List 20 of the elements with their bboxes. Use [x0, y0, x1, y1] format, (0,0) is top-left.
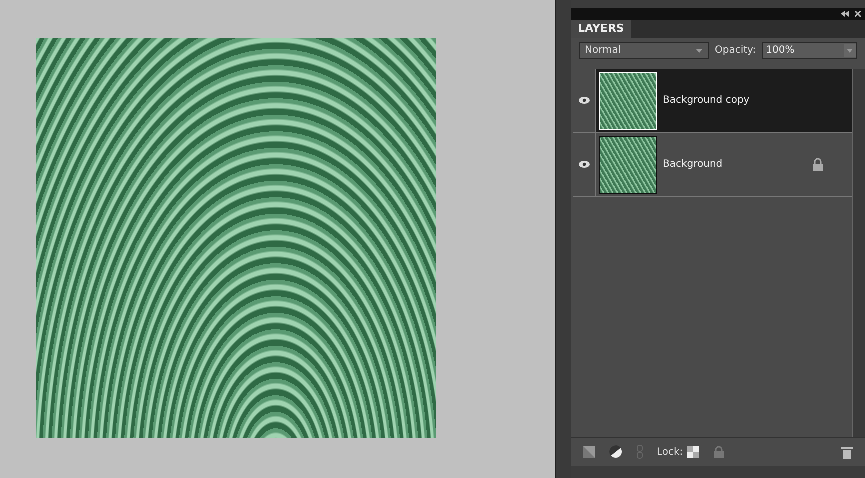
layer-thumbnail	[599, 136, 657, 194]
layers-tab[interactable]: LAYERS	[571, 20, 632, 38]
close-icon[interactable]	[855, 11, 861, 17]
adjustment-icon[interactable]	[609, 445, 623, 459]
eye-icon[interactable]	[578, 161, 590, 168]
layer-row[interactable]: Background copy	[573, 69, 852, 133]
caret-icon[interactable]	[696, 48, 703, 52]
scrollbar[interactable]	[852, 69, 865, 437]
trash-icon[interactable]	[841, 446, 853, 458]
layer-thumbnail	[599, 72, 657, 130]
layer-name: Background copy	[663, 95, 751, 106]
collapse-icon[interactable]	[841, 11, 849, 17]
lock-label: Lock:	[657, 446, 684, 458]
layer-row[interactable]: Background	[573, 133, 852, 197]
opacity-label: Opacity:	[715, 45, 756, 56]
eye-icon[interactable]	[578, 97, 590, 104]
lock-transparency-icon[interactable]	[687, 446, 700, 458]
layer-name: Background	[663, 159, 724, 170]
blend-mode-dropdown[interactable]: Normal	[579, 42, 709, 59]
opacity-field[interactable]: 100%	[762, 42, 857, 59]
